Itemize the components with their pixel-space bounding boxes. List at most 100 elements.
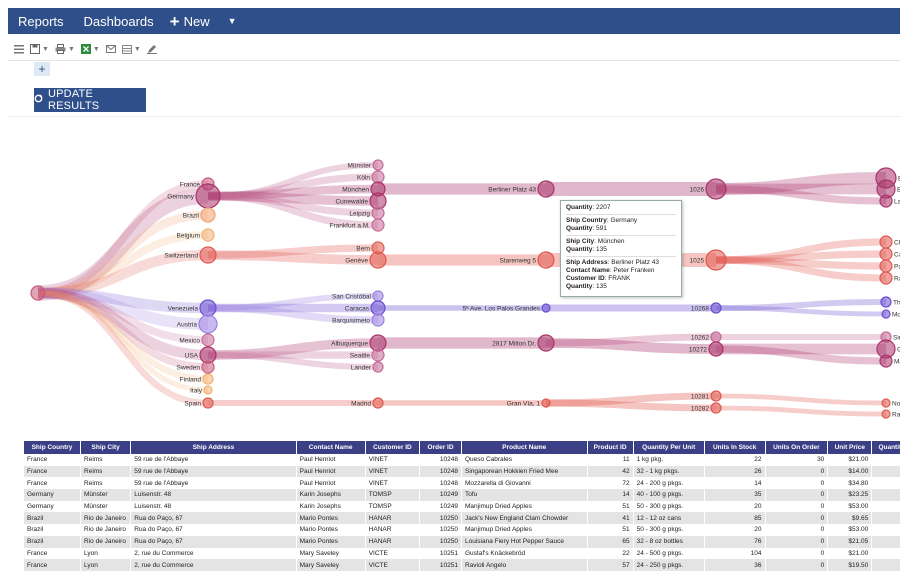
- column-header[interactable]: Units In Stock: [704, 441, 766, 454]
- table-row[interactable]: France Reims 59 rue de l'Abbaye Paul Henrio…: [24, 454, 900, 466]
- address-node[interactable]: [541, 398, 551, 408]
- tree-root-node[interactable]: [30, 285, 46, 301]
- column-header[interactable]: Ship Country: [24, 441, 82, 454]
- leaf-node[interactable]: [879, 271, 893, 285]
- column-header[interactable]: Product ID: [587, 441, 634, 454]
- update-results-button[interactable]: UPDATE RESULTS: [34, 88, 146, 112]
- decomposition-tree-chart[interactable]: France Germany Brazil Belgium Switzerland Ven…: [0, 120, 900, 438]
- country-node[interactable]: [201, 228, 215, 242]
- city-label: San Cristóbal: [332, 293, 372, 300]
- city-node[interactable]: [369, 251, 387, 269]
- print-icon[interactable]: ▼: [55, 44, 75, 54]
- table-row[interactable]: France Reims 59 rue de l'Abbaye Paul Henrio…: [24, 465, 900, 478]
- city-node[interactable]: [371, 218, 385, 232]
- country-node[interactable]: [199, 299, 217, 317]
- table-cell: 0: [765, 559, 829, 571]
- country-node[interactable]: [202, 373, 214, 385]
- excel-icon[interactable]: ▼: [80, 44, 100, 54]
- table-cell: 10249: [419, 489, 462, 501]
- table-row[interactable]: Brazil Rio de Janeiro Rua do Paço, 67 Mario…: [24, 535, 900, 548]
- table-row[interactable]: Germany Münster Luisenstr. 48 Karin Josephs…: [24, 489, 900, 501]
- table-row[interactable]: France Lyon 2, rue du Commerce Mary Saveley…: [24, 547, 900, 560]
- city-label: Madrid: [351, 400, 371, 407]
- table-cell: 1 kg pkg.: [633, 454, 705, 466]
- edit-icon[interactable]: [146, 44, 157, 54]
- city-node[interactable]: [372, 397, 384, 409]
- column-header[interactable]: Contact Name: [296, 441, 366, 454]
- contact-node[interactable]: [710, 331, 722, 343]
- country-node[interactable]: [202, 397, 214, 409]
- nav-reports[interactable]: Reports: [8, 14, 74, 29]
- contact-node[interactable]: [708, 341, 724, 357]
- contact-node[interactable]: [710, 402, 722, 414]
- table-cell: Reims: [80, 454, 132, 466]
- table-row[interactable]: Brazil Rio de Janeiro Rua do Paço, 67 Mario…: [24, 512, 900, 525]
- column-header[interactable]: Ship City: [80, 441, 132, 454]
- column-header[interactable]: Quantity: [871, 441, 900, 454]
- leaf-node[interactable]: [879, 247, 893, 261]
- address-node[interactable]: [537, 334, 555, 352]
- city-node[interactable]: [372, 290, 384, 302]
- table-cell: 22: [704, 454, 766, 466]
- country-node[interactable]: [200, 207, 216, 223]
- city-node[interactable]: [371, 348, 385, 362]
- column-header[interactable]: Order ID: [419, 441, 462, 454]
- leaf-node[interactable]: [881, 409, 891, 419]
- city-node[interactable]: [371, 170, 385, 184]
- email-icon[interactable]: [105, 45, 116, 53]
- table-row[interactable]: Germany Münster Luisenstr. 48 Karin Josephs…: [24, 500, 900, 513]
- add-tab-button[interactable]: +: [34, 62, 50, 76]
- leaf-node[interactable]: [879, 235, 893, 249]
- contact-node[interactable]: [705, 178, 727, 200]
- city-node[interactable]: [371, 313, 385, 327]
- contact-node[interactable]: [710, 390, 722, 402]
- city-node[interactable]: [372, 361, 384, 373]
- table-cell: 10251: [419, 547, 462, 560]
- leaf-node[interactable]: [881, 309, 891, 319]
- country-node[interactable]: [201, 333, 215, 347]
- leaf-node[interactable]: [879, 194, 893, 208]
- leaf-label: Th: [893, 299, 900, 306]
- table-row[interactable]: France Lyon 2, rue du Commerce Mary Saveley…: [24, 559, 900, 571]
- address-node[interactable]: [537, 251, 555, 269]
- column-header[interactable]: Quantity Per Unit: [633, 441, 705, 454]
- contact-node[interactable]: [705, 249, 727, 271]
- city-node[interactable]: [370, 300, 386, 316]
- column-header[interactable]: Units On Order: [765, 441, 829, 454]
- address-label: 5ª Ave. Los Palos Grandes: [463, 305, 541, 312]
- city-label: Köln: [357, 174, 370, 181]
- leaf-node[interactable]: [879, 354, 893, 368]
- table-icon[interactable]: ▼: [121, 44, 141, 54]
- table-row[interactable]: France Reims 59 rue de l'Abbaye Paul Henrio…: [24, 477, 900, 490]
- leaf-node[interactable]: [881, 398, 891, 408]
- column-header[interactable]: Customer ID: [365, 441, 421, 454]
- save-icon[interactable]: ▼: [30, 44, 49, 54]
- city-label: Caracas: [345, 305, 370, 312]
- contact-node[interactable]: [710, 302, 722, 314]
- country-node[interactable]: [201, 360, 215, 374]
- country-node[interactable]: [198, 314, 218, 334]
- table-cell: 40: [871, 500, 900, 513]
- column-header[interactable]: Ship Address: [130, 441, 297, 454]
- table-row[interactable]: Brazil Rio de Janeiro Rua do Paço, 67 Mario…: [24, 524, 900, 536]
- address-node[interactable]: [541, 303, 551, 313]
- city-label: Cunewalde: [335, 198, 368, 205]
- column-header[interactable]: Unit Price: [827, 441, 873, 454]
- nav-new-button[interactable]: + New ▼: [164, 13, 237, 30]
- nav-dashboards[interactable]: Dashboards: [74, 14, 164, 29]
- country-node[interactable]: [199, 246, 217, 264]
- menu-icon[interactable]: [14, 44, 24, 54]
- city-label: München: [342, 186, 369, 193]
- leaf-node[interactable]: [879, 259, 893, 273]
- caret-down-icon[interactable]: ▼: [228, 16, 237, 26]
- city-node[interactable]: [371, 206, 385, 220]
- country-node[interactable]: [203, 385, 213, 395]
- tree-link: [715, 405, 887, 417]
- column-header[interactable]: Product Name: [461, 441, 588, 454]
- address-node[interactable]: [537, 180, 555, 198]
- leaf-node[interactable]: [880, 296, 892, 308]
- address-label: 2817 Milton Dr.: [492, 340, 536, 347]
- country-node[interactable]: [195, 183, 221, 209]
- city-node[interactable]: [372, 159, 384, 171]
- table-cell: Münster: [80, 489, 132, 501]
